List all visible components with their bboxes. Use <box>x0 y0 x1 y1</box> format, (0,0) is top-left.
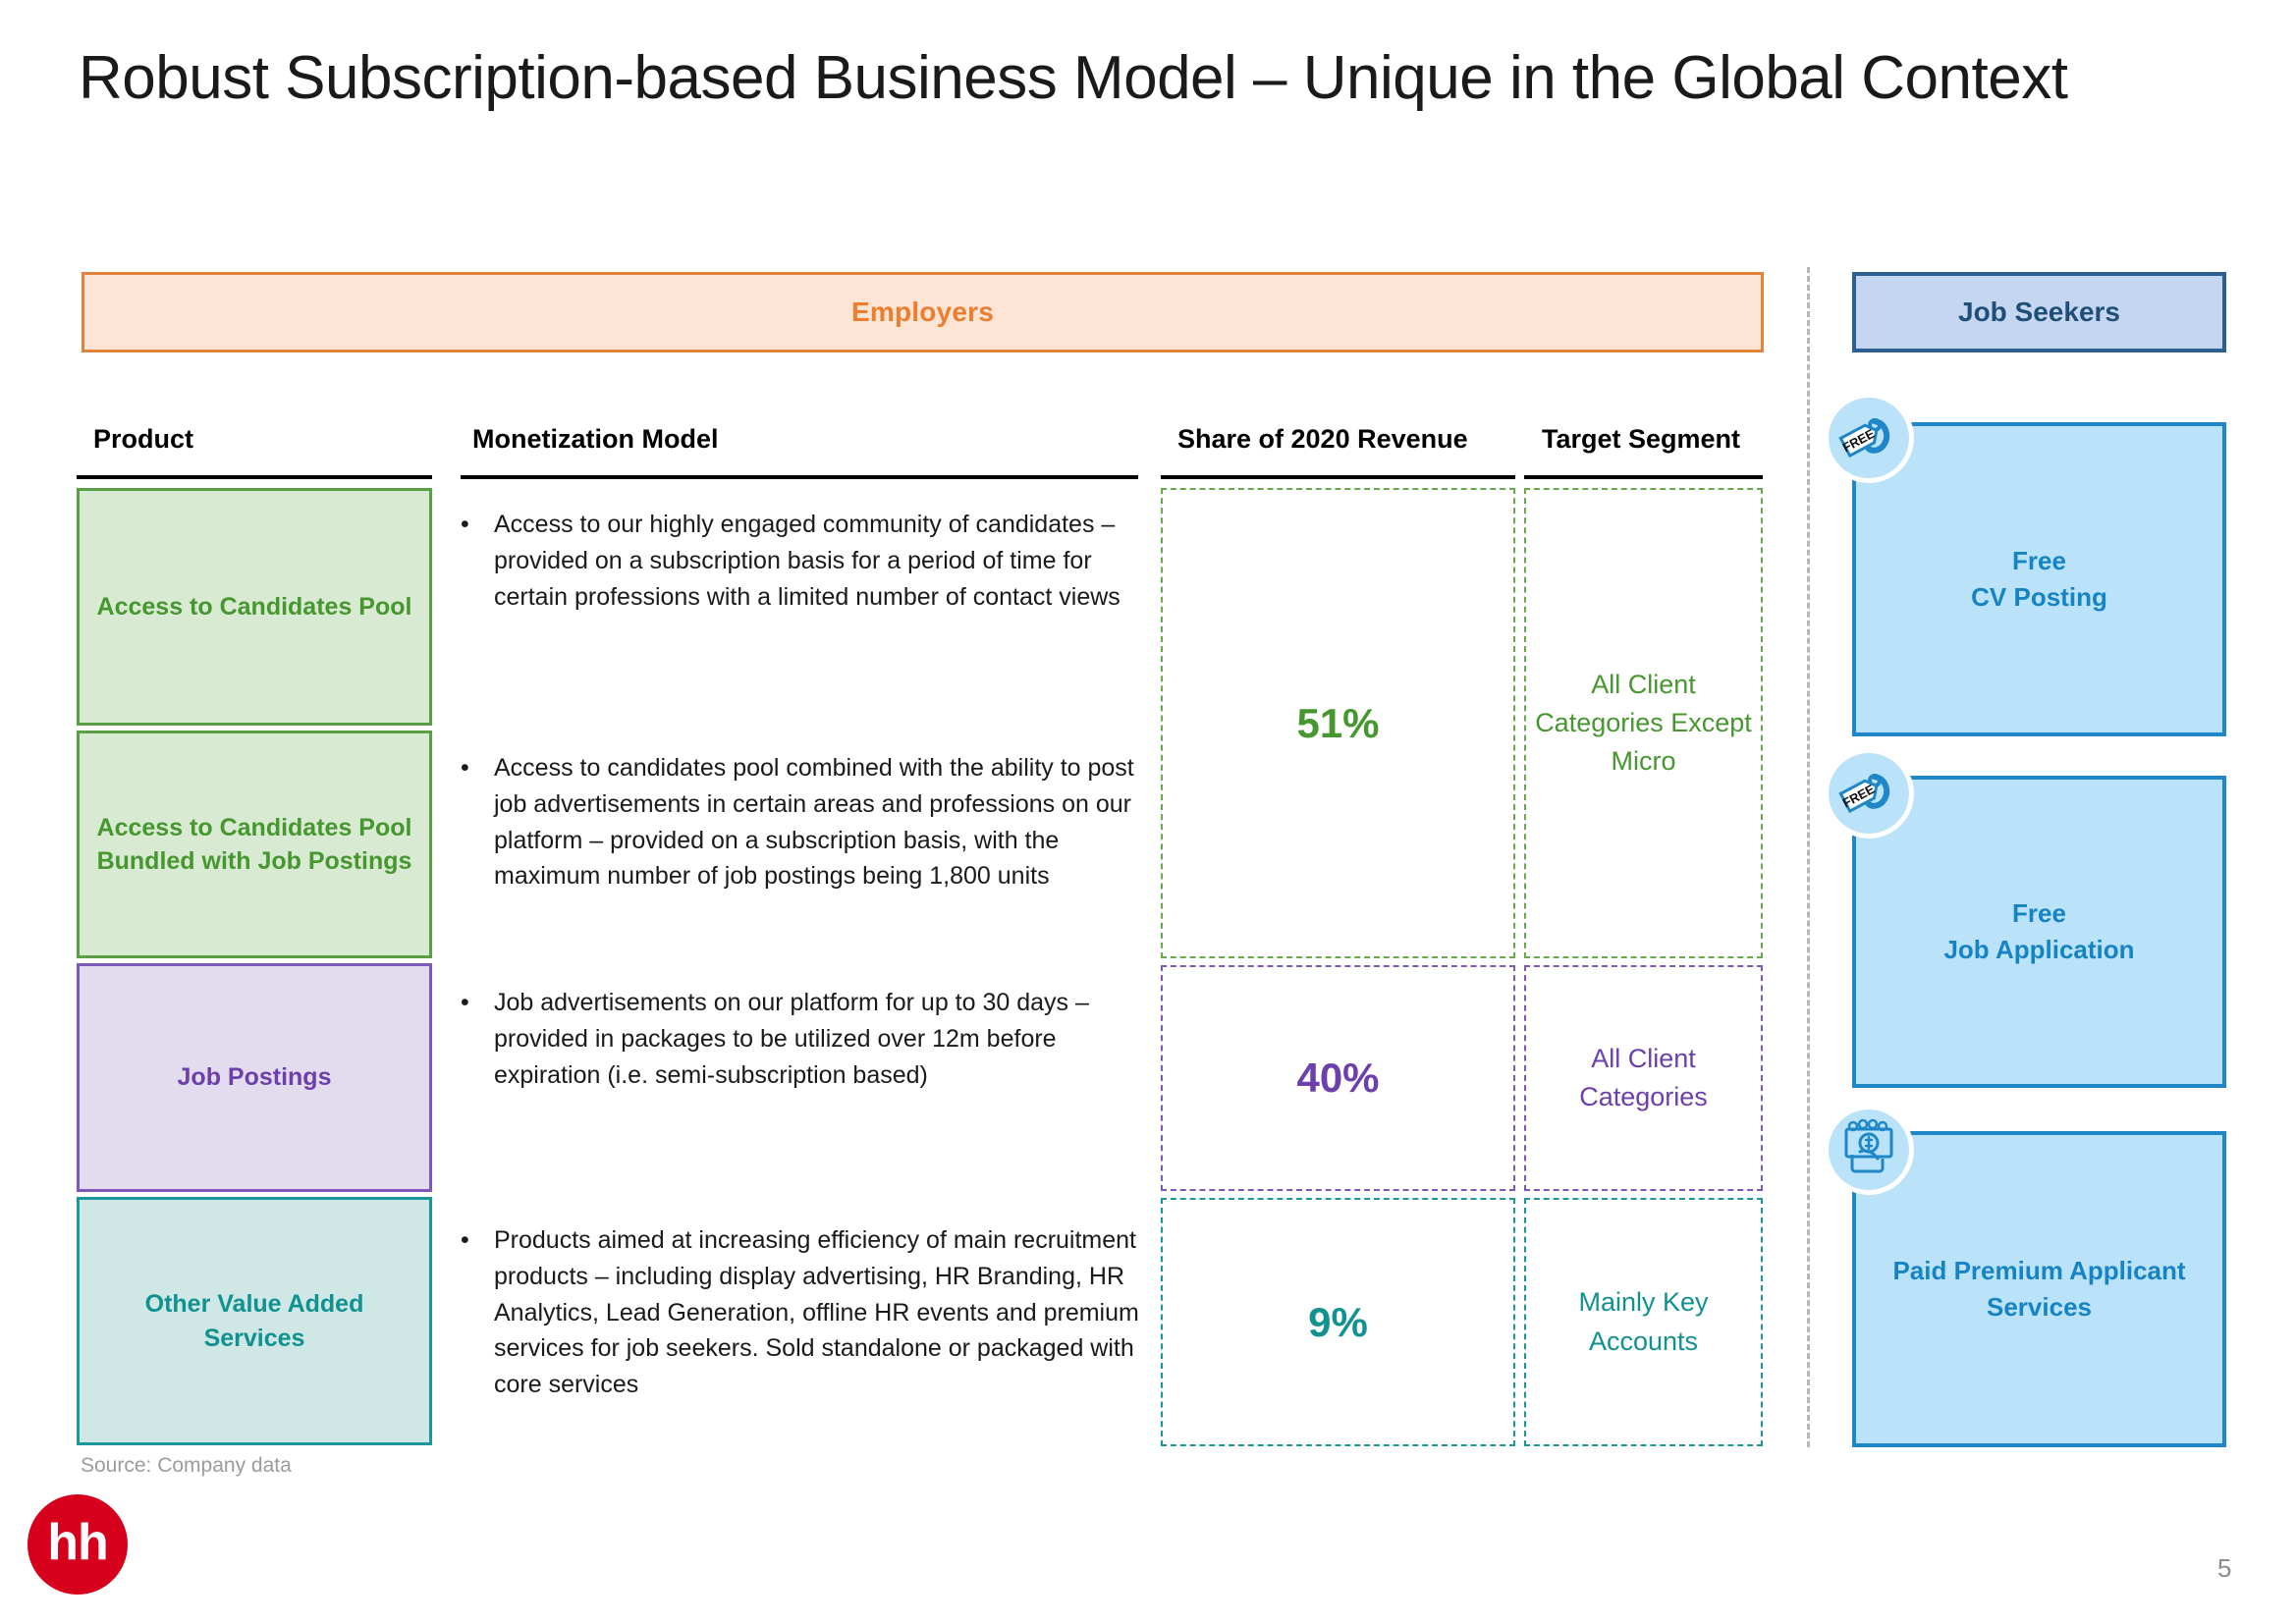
slide-canvas: Robust Subscription-based Business Model… <box>0 0 2296 1624</box>
bullet-text: Job advertisements on our platform for u… <box>494 989 1089 1089</box>
bullet-text: Products aimed at increasing efficiency … <box>494 1226 1139 1398</box>
share-cell-row-1: 51% <box>1161 488 1515 958</box>
product-box-other-value-added-services[interactable]: Other Value Added Services <box>77 1197 432 1445</box>
card-line-1: Free <box>2012 546 2066 576</box>
employers-banner: Employers <box>82 272 1764 352</box>
job-seekers-banner: Job Seekers <box>1852 272 2226 352</box>
column-header-monetization: Monetization Model <box>472 424 719 454</box>
card-line-2: Services <box>1987 1292 2092 1322</box>
price-tag-free-icon: FREE <box>1824 393 1914 483</box>
hh-logo: hh <box>27 1494 128 1595</box>
product-box-candidates-pool[interactable]: Access to Candidates Pool <box>77 488 432 726</box>
target-segment-cell-row-1: All Client Categories Except Micro <box>1524 488 1763 958</box>
share-value: 40% <box>1296 1055 1380 1101</box>
job-seeker-card-label: Free Job Application <box>1943 895 2134 968</box>
card-line-2: Job Application <box>1943 935 2135 964</box>
column-rule-share <box>1161 475 1515 479</box>
price-tag-free-icon: FREE <box>1824 748 1914 839</box>
bullet-dot-icon: • <box>461 1226 469 1254</box>
bullet-text: Access to candidates pool combined with … <box>494 754 1134 891</box>
job-seekers-banner-label: Job Seekers <box>1958 297 2120 327</box>
bullet-dot-icon: • <box>461 754 469 782</box>
job-seeker-card-label: Paid Premium Applicant Services <box>1892 1253 2185 1326</box>
target-segment-cell-row-2: All Client Categories <box>1524 965 1763 1191</box>
share-cell-row-3: 9% <box>1161 1198 1515 1446</box>
money-in-hand-icon <box>1824 1105 1914 1195</box>
product-label: Access to Candidates Pool <box>96 592 412 621</box>
target-segment-value: Mainly Key Accounts <box>1578 1287 1709 1356</box>
job-seeker-card-free-job-application[interactable]: Free Job Application <box>1852 776 2226 1088</box>
product-label: Other Value Added Services <box>144 1290 364 1352</box>
bullet-text: Access to our highly engaged community o… <box>494 511 1121 611</box>
column-rule-target <box>1524 475 1763 479</box>
share-cell-row-2: 40% <box>1161 965 1515 1191</box>
page-number: 5 <box>2217 1553 2232 1583</box>
card-line-1: Paid Premium Applicant <box>1892 1256 2186 1286</box>
share-value: 9% <box>1308 1298 1368 1345</box>
column-rule-product <box>77 475 432 479</box>
monetization-bullet-4: • Products aimed at increasing efficienc… <box>461 1222 1148 1403</box>
target-segment-value: All Client Categories <box>1579 1043 1708 1111</box>
job-seeker-card-label: Free CV Posting <box>1971 543 2107 616</box>
page-title: Robust Subscription-based Business Model… <box>79 44 2068 112</box>
column-header-product: Product <box>93 424 194 454</box>
logo-text: hh <box>47 1514 109 1571</box>
column-header-target: Target Segment <box>1542 424 1741 454</box>
bullet-dot-icon: • <box>461 511 469 538</box>
product-label: Access to Candidates Pool Bundled with J… <box>96 813 412 876</box>
card-line-1: Free <box>2012 898 2066 929</box>
product-box-candidates-pool-bundled[interactable]: Access to Candidates Pool Bundled with J… <box>77 731 432 958</box>
card-line-2: CV Posting <box>1971 582 2107 612</box>
monetization-bullet-3: • Job advertisements on our platform for… <box>461 985 1148 1093</box>
product-box-job-postings[interactable]: Job Postings <box>77 963 432 1192</box>
job-seeker-card-free-cv-posting[interactable]: Free CV Posting <box>1852 422 2226 736</box>
column-rule-monetization <box>461 475 1138 479</box>
column-header-share: Share of 2020 Revenue <box>1177 424 1468 454</box>
job-seeker-card-paid-premium-applicant-services[interactable]: Paid Premium Applicant Services <box>1852 1131 2226 1447</box>
employers-banner-label: Employers <box>851 297 994 327</box>
share-value: 51% <box>1296 699 1380 746</box>
product-label: Job Postings <box>177 1063 332 1092</box>
monetization-bullet-2: • Access to candidates pool combined wit… <box>461 750 1148 894</box>
monetization-bullet-1: • Access to our highly engaged community… <box>461 507 1148 615</box>
source-note: Source: Company data <box>81 1454 292 1477</box>
target-segment-value: All Client Categories Except Micro <box>1535 669 1752 777</box>
vertical-dashed-divider <box>1807 267 1810 1447</box>
target-segment-cell-row-3: Mainly Key Accounts <box>1524 1198 1763 1446</box>
bullet-dot-icon: • <box>461 989 469 1016</box>
